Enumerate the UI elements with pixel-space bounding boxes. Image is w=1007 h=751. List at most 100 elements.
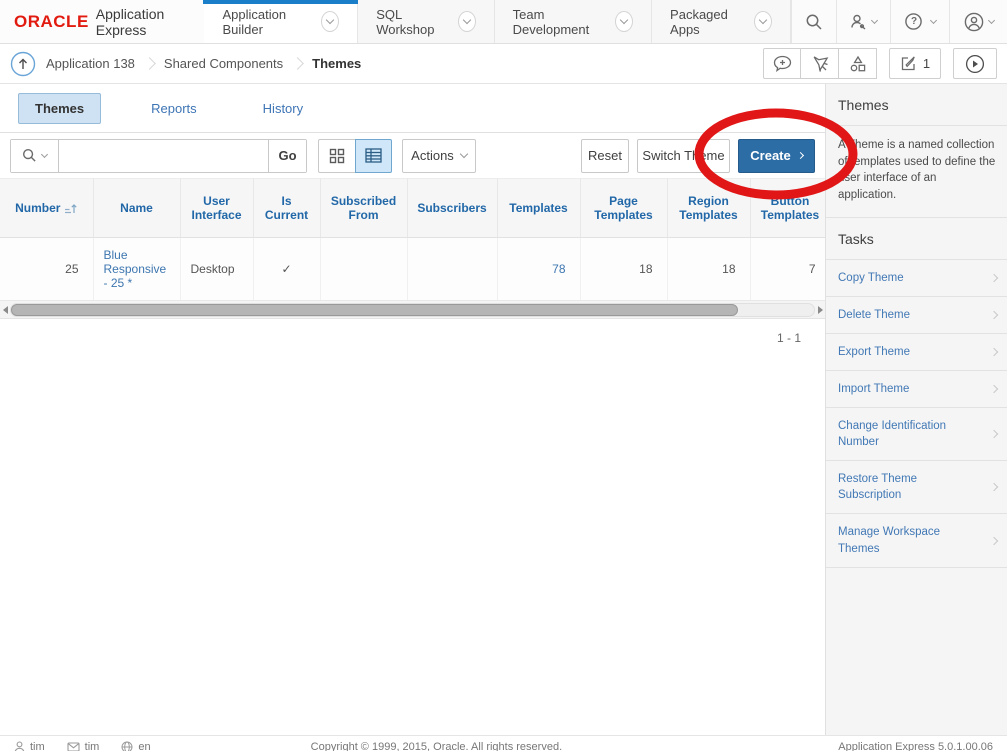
account-menu-button[interactable] (949, 0, 1007, 43)
theme-name-link[interactable]: Blue Responsive - 25 * (104, 248, 167, 290)
chevron-down-icon[interactable] (321, 11, 339, 32)
chevron-down-icon[interactable] (458, 11, 476, 32)
column-header-templates[interactable]: Templates (497, 179, 580, 238)
task-export-theme[interactable]: Export Theme (826, 334, 1007, 371)
chevron-right-icon (990, 273, 998, 281)
administration-menu-button[interactable] (836, 0, 890, 43)
user-icon (14, 741, 25, 751)
column-header-subscribed-from[interactable]: Subscribed From (320, 179, 407, 238)
chevron-down-icon (460, 150, 468, 158)
nav-tab-packaged-apps[interactable]: Packaged Apps (652, 0, 791, 43)
footer-workspace: tim (67, 741, 100, 751)
column-header-number[interactable]: Number (0, 179, 93, 238)
task-change-identification-number[interactable]: Change Identification Number (826, 408, 1007, 461)
reset-button[interactable]: Reset (581, 139, 629, 173)
chevron-right-icon (990, 385, 998, 393)
report-view-icon (365, 148, 382, 163)
tab-reports[interactable]: Reports (135, 94, 213, 123)
create-button[interactable]: Create (738, 139, 815, 173)
edit-page-button[interactable]: 1 (889, 48, 941, 79)
task-manage-workspace-themes[interactable]: Manage Workspace Themes (826, 514, 1007, 567)
scroll-left-arrow[interactable] (0, 301, 10, 319)
task-delete-theme[interactable]: Delete Theme (826, 297, 1007, 334)
chevron-down-icon (41, 151, 48, 158)
chevron-down-icon (871, 17, 878, 24)
tab-themes[interactable]: Themes (18, 93, 101, 124)
switch-theme-button[interactable]: Switch Theme (637, 139, 730, 173)
search-group: Go (10, 139, 307, 173)
sidebar-about-text: A Theme is a named collection of templat… (826, 126, 1007, 218)
nav-tab-label: Packaged Apps (670, 7, 746, 37)
region-tabs: Themes Reports History (0, 84, 825, 133)
column-header-button-templates[interactable]: Button Templates (750, 179, 825, 238)
cell-is-current: ✓ (253, 238, 320, 301)
chevron-right-icon (990, 430, 998, 438)
edit-page-icon (900, 55, 917, 72)
search-column-selector[interactable] (11, 140, 59, 172)
breadcrumb-separator-icon (143, 57, 156, 70)
account-icon (963, 11, 985, 33)
shared-components-button[interactable] (839, 48, 877, 79)
envelope-icon (67, 742, 80, 751)
chevron-down-icon[interactable] (754, 11, 772, 32)
breadcrumb-separator-icon (291, 57, 304, 70)
chevron-down-icon (988, 17, 995, 24)
task-copy-theme[interactable]: Copy Theme (826, 260, 1007, 297)
task-import-theme[interactable]: Import Theme (826, 371, 1007, 408)
actions-label: Actions (411, 148, 454, 163)
create-label: Create (750, 148, 790, 163)
up-level-icon[interactable] (10, 51, 36, 77)
nav-tab-sql-workshop[interactable]: SQL Workshop (358, 0, 494, 43)
scrollbar-thumb[interactable] (11, 304, 738, 316)
chevron-down-icon[interactable] (615, 11, 633, 32)
search-icon (805, 13, 823, 31)
scroll-right-arrow[interactable] (815, 301, 825, 319)
header-icon-group: ? (791, 0, 1007, 43)
scrollbar-track[interactable] (10, 303, 815, 317)
breadcrumb-shared-components[interactable]: Shared Components (164, 56, 283, 71)
cell-name: Blue Responsive - 25 * (93, 238, 180, 301)
tab-history[interactable]: History (247, 94, 319, 123)
help-menu-button[interactable]: ? (890, 0, 949, 43)
nav-tab-team-development[interactable]: Team Development (495, 0, 652, 43)
column-header-is-current[interactable]: Is Current (253, 179, 320, 238)
icon-view-button[interactable] (318, 139, 355, 173)
shared-components-icon (849, 55, 867, 73)
chevron-right-icon (797, 152, 804, 159)
right-sidebar: Themes A Theme is a named collection of … (825, 84, 1007, 735)
cell-subscribers (407, 238, 497, 301)
go-button[interactable]: Go (268, 140, 306, 172)
column-header-page-templates[interactable]: Page Templates (580, 179, 667, 238)
breadcrumb: Application 138 Shared Components Themes (10, 51, 361, 77)
column-header-region-templates[interactable]: Region Templates (667, 179, 750, 238)
spotlight-search-button[interactable] (801, 48, 839, 79)
search-button[interactable] (791, 0, 836, 43)
feedback-bubble-icon (773, 55, 792, 72)
chevron-down-icon (930, 17, 937, 24)
cell-button-templates: 7 (750, 238, 825, 301)
breadcrumb-application[interactable]: Application 138 (46, 56, 135, 71)
search-input[interactable] (59, 140, 268, 172)
nav-tab-label: Team Development (513, 7, 607, 37)
oracle-wordmark: ORACLE (14, 12, 89, 32)
run-application-button[interactable] (953, 48, 997, 79)
footer-version: Application Express 5.0.1.00.06 (838, 741, 993, 751)
task-restore-theme-subscription[interactable]: Restore Theme Subscription (826, 461, 1007, 514)
column-header-user-interface[interactable]: User Interface (180, 179, 253, 238)
column-header-subscribers[interactable]: Subscribers (407, 179, 497, 238)
column-header-name[interactable]: Name (93, 179, 180, 238)
cell-region-templates: 18 (667, 238, 750, 301)
cell-page-templates: 18 (580, 238, 667, 301)
horizontal-scrollbar[interactable] (0, 301, 825, 319)
content-area: Themes Reports History Go (0, 84, 1007, 735)
flashlight-icon (811, 55, 829, 73)
nav-tab-label: Application Builder (222, 7, 313, 37)
feedback-button[interactable] (763, 48, 801, 79)
templates-count-link[interactable]: 78 (552, 262, 565, 276)
chevron-right-icon (990, 483, 998, 491)
report-view-button[interactable] (355, 139, 392, 173)
nav-tab-application-builder[interactable]: Application Builder (204, 0, 358, 43)
actions-menu-button[interactable]: Actions (402, 139, 476, 173)
page-footer: tim tim en Copyright © 1999, 2015, Oracl… (0, 735, 1007, 751)
cell-number: 25 (0, 238, 93, 301)
